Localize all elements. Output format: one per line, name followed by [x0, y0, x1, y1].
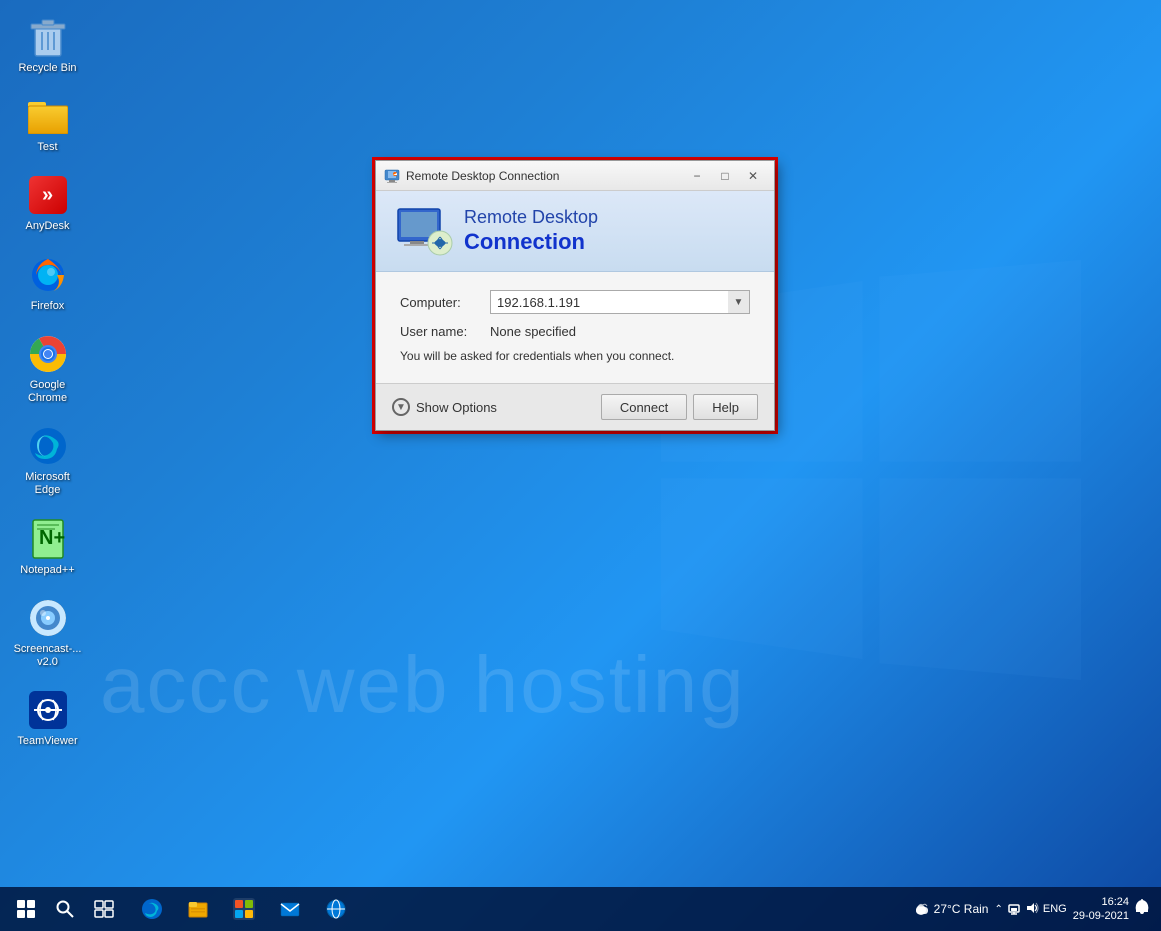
desktop-icon-firefox[interactable]: Firefox: [10, 248, 85, 319]
rdp-dialog-container: Remote Desktop Connection − □ ✕: [372, 157, 778, 434]
clock-time: 16:24: [1073, 895, 1129, 909]
anydesk-label: AnyDesk: [25, 220, 69, 233]
desktop: accc web hosting Recycle Bin: [0, 0, 1161, 931]
svg-text:N+: N+: [39, 527, 65, 549]
weather-icon: [912, 900, 930, 918]
test-folder-icon: [27, 95, 69, 137]
taskbar-store-item[interactable]: [222, 887, 266, 931]
anydesk-icon: »: [27, 174, 69, 216]
desktop-icons: Recycle Bin Test: [10, 10, 85, 754]
microsoft-edge-icon: [27, 425, 69, 467]
help-button[interactable]: Help: [693, 394, 758, 420]
computer-label: Computer:: [400, 295, 490, 310]
recycle-bin-icon: [27, 16, 69, 58]
taskbar-clock[interactable]: 16:24 29-09-2021: [1073, 895, 1129, 924]
desktop-icon-screencast[interactable]: Screencast-... v2.0: [10, 591, 85, 675]
computer-dropdown-button[interactable]: ▼: [728, 290, 750, 314]
computer-input-wrapper: ▼: [490, 290, 750, 314]
microsoft-edge-label: Microsoft Edge: [14, 471, 81, 497]
taskbar-explorer-item[interactable]: [176, 887, 220, 931]
teamviewer-label: TeamViewer: [17, 735, 77, 748]
username-field: User name: None specified: [400, 324, 750, 339]
dialog-title: Remote Desktop Connection: [406, 169, 684, 183]
dialog-titlebar: Remote Desktop Connection − □ ✕: [376, 161, 774, 191]
computer-field: Computer: ▼: [400, 290, 750, 314]
sound-icon[interactable]: [1025, 901, 1039, 918]
rdp-dialog: Remote Desktop Connection − □ ✕: [375, 160, 775, 431]
rdp-header-icon: [396, 207, 448, 255]
dialog-minimize-button[interactable]: −: [684, 165, 710, 187]
dialog-header-title: Remote Desktop Connection: [464, 207, 598, 255]
dialog-header-line2: Connection: [464, 229, 598, 255]
google-chrome-icon: [27, 333, 69, 375]
firefox-label: Firefox: [31, 300, 65, 313]
taskbar-edge-item[interactable]: [130, 887, 174, 931]
show-options-button[interactable]: ▼ Show Options: [392, 398, 497, 416]
desktop-icon-microsoft-edge[interactable]: Microsoft Edge: [10, 419, 85, 503]
dialog-close-button[interactable]: ✕: [740, 165, 766, 187]
taskbar-weather[interactable]: 27°C Rain: [912, 900, 989, 918]
show-hidden-icons-button[interactable]: ⌃: [994, 904, 1002, 915]
desktop-icon-test[interactable]: Test: [10, 89, 85, 160]
taskbar-mail-item[interactable]: [268, 887, 312, 931]
taskbar-search-button[interactable]: [48, 892, 82, 926]
desktop-icon-recycle-bin[interactable]: Recycle Bin: [10, 10, 85, 81]
rdp-title-icon: [384, 168, 400, 184]
start-button[interactable]: [4, 887, 48, 931]
credentials-info-text: You will be asked for credentials when y…: [400, 349, 750, 363]
language-indicator[interactable]: ENG: [1043, 903, 1067, 915]
teamviewer-icon: [27, 689, 69, 731]
desktop-icon-anydesk[interactable]: » AnyDesk: [10, 168, 85, 239]
dialog-footer: ▼ Show Options Connect Help: [376, 383, 774, 430]
clock-date: 29-09-2021: [1073, 909, 1129, 923]
desktop-icon-google-chrome[interactable]: Google Chrome: [10, 327, 85, 411]
dialog-body: Computer: ▼ User name: None specified Yo…: [376, 272, 774, 383]
taskbar-task-view-button[interactable]: [82, 887, 126, 931]
notifications-button[interactable]: [1135, 899, 1149, 920]
google-chrome-label: Google Chrome: [14, 379, 81, 405]
taskbar-pinned-items: [130, 887, 358, 931]
username-label: User name:: [400, 324, 490, 339]
computer-input[interactable]: [490, 290, 750, 314]
dialog-maximize-button[interactable]: □: [712, 165, 738, 187]
desktop-icon-notepadpp[interactable]: N+ Notepad++: [10, 512, 85, 583]
dialog-header-line1: Remote Desktop: [464, 207, 598, 229]
recycle-bin-label: Recycle Bin: [18, 62, 76, 75]
show-options-icon: ▼: [392, 398, 410, 416]
notification-area: ⌃: [994, 901, 1066, 918]
screencast-label: Screencast-... v2.0: [14, 643, 82, 669]
weather-text: 27°C Rain: [934, 902, 989, 916]
test-label: Test: [37, 141, 57, 154]
notepadpp-label: Notepad++: [20, 564, 74, 577]
dialog-window-controls: − □ ✕: [684, 165, 766, 187]
taskbar: 27°C Rain ⌃: [0, 887, 1161, 931]
network-icon[interactable]: [1007, 901, 1021, 918]
username-value: None specified: [490, 324, 576, 339]
taskbar-system-tray: 27°C Rain ⌃: [912, 895, 1157, 924]
desktop-icon-teamviewer[interactable]: TeamViewer: [10, 683, 85, 754]
firefox-icon: [27, 254, 69, 296]
rdp-dialog-highlight: Remote Desktop Connection − □ ✕: [372, 157, 778, 434]
dialog-action-buttons: Connect Help: [601, 394, 758, 420]
screencast-icon: [27, 597, 69, 639]
show-options-label: Show Options: [416, 400, 497, 415]
notepadpp-icon: N+: [27, 518, 69, 560]
dialog-header: Remote Desktop Connection: [376, 191, 774, 272]
taskbar-browser-item[interactable]: [314, 887, 358, 931]
connect-button[interactable]: Connect: [601, 394, 687, 420]
